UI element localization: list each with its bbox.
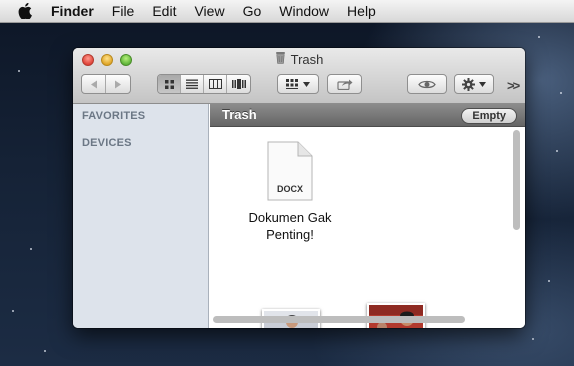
file-name: Dokumen Gak Penting! [235,209,345,243]
icon-view-icon [164,79,174,89]
arrange-button[interactable] [277,74,319,94]
gear-icon [462,77,475,91]
column-view-icon [208,79,222,89]
sidebar-heading-favorites[interactable]: FAVORITES [82,110,145,122]
action-button[interactable] [454,74,494,94]
menu-finder[interactable]: Finder [42,0,103,22]
view-mode-control [157,74,251,94]
file-name-line-2: Penting! [266,227,314,242]
menu-window[interactable]: Window [270,0,338,22]
horizontal-scrollbar[interactable] [213,316,465,323]
cover-flow-button[interactable] [227,75,250,93]
sidebar: FAVORITES DEVICES [73,104,209,328]
column-view-button[interactable] [204,75,227,93]
window-title: Trash [73,51,525,67]
back-arrow-icon [90,80,97,88]
file-name-line-1: Dokumen Gak [248,210,332,225]
share-button[interactable] [327,74,362,94]
arrange-icon [286,79,298,89]
chevron-down-icon [303,81,310,87]
trash-icon [275,51,286,67]
sidebar-heading-devices[interactable]: DEVICES [82,137,132,149]
window-title-text: Trash [290,51,324,67]
file-area: DOCX Dokumen Gak Penting! [210,127,525,328]
finder-window: Trash >> FAVORITES DEVICES Trash Empty D… [73,48,525,328]
menu-edit[interactable]: Edit [143,0,185,22]
back-forward-control [81,74,131,94]
menu-bar: Finder File Edit View Go Window Help [0,0,574,23]
share-icon [336,79,352,90]
list-view-button[interactable] [181,75,204,93]
folder-title: Trash [222,107,257,122]
toolbar-overflow-icon[interactable]: >> [507,78,520,93]
eye-icon [418,80,436,88]
apple-menu-icon[interactable] [14,3,36,19]
chevron-down-icon [479,81,486,87]
document-icon: DOCX [266,141,314,201]
path-bar: Trash Empty [210,104,525,127]
forward-arrow-icon [115,80,121,88]
file-extension-label: DOCX [276,184,303,194]
forward-button[interactable] [106,75,130,93]
menu-help[interactable]: Help [338,0,385,22]
window-toolbar: Trash >> [73,48,525,104]
list-view-icon [186,79,198,89]
cover-flow-icon [231,79,246,89]
empty-trash-button[interactable]: Empty [461,108,517,124]
icon-view-button[interactable] [158,75,181,93]
back-button[interactable] [82,75,106,93]
menu-go[interactable]: Go [234,0,271,22]
quick-look-button[interactable] [407,74,447,94]
menu-file[interactable]: File [103,0,144,22]
menu-view[interactable]: View [185,0,233,22]
vertical-scrollbar[interactable] [513,130,520,230]
